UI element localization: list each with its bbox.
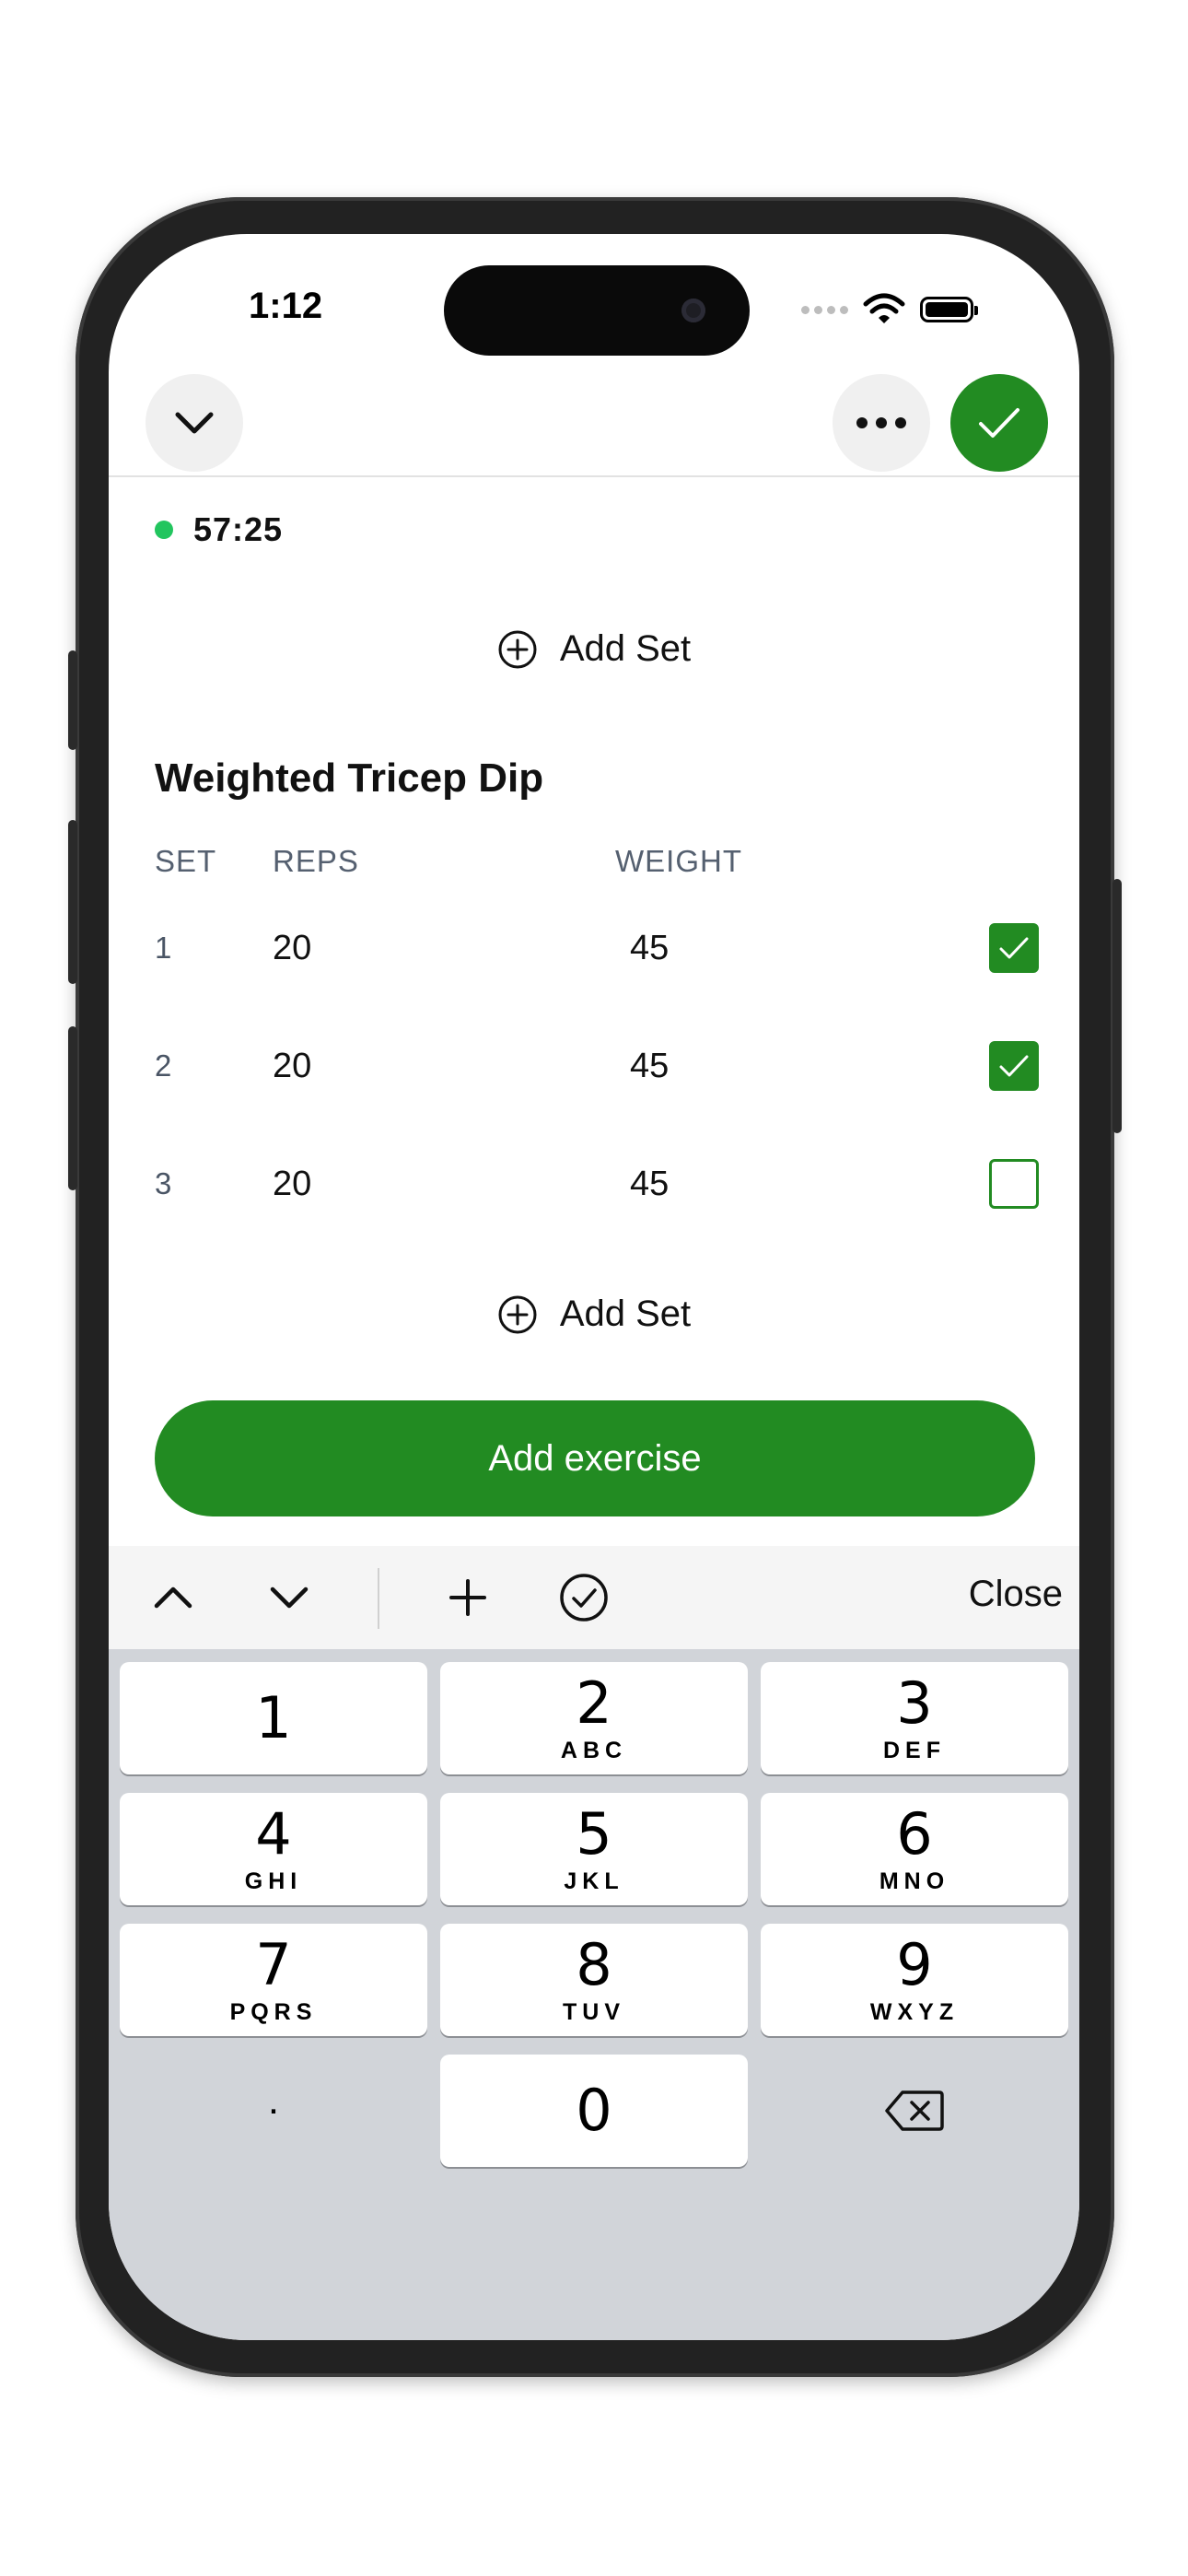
header-divider	[109, 475, 1079, 477]
column-header-reps: REPS	[273, 844, 359, 878]
action-button	[68, 650, 77, 750]
set-number: 1	[155, 931, 172, 965]
wifi-icon	[863, 293, 905, 323]
checkmark-icon	[999, 1055, 1029, 1077]
keyboard-toolbar: Close	[109, 1546, 1079, 1649]
add-exercise-button[interactable]: Add exercise	[155, 1400, 1035, 1516]
finish-workout-button[interactable]	[950, 374, 1048, 472]
checkmark-icon	[999, 937, 1029, 959]
chevron-up-icon	[154, 1587, 192, 1609]
set-row: 2 20 45	[109, 1021, 1079, 1113]
key-decimal[interactable]: .	[120, 2055, 427, 2167]
plus-icon	[449, 1579, 486, 1616]
key-5[interactable]: 5 JKL	[440, 1793, 748, 1905]
checkmark-circle-icon	[560, 1574, 608, 1622]
key-9[interactable]: 9 WXYZ	[761, 1924, 1068, 2036]
toolbar-divider	[378, 1568, 379, 1629]
collapse-button[interactable]	[146, 374, 243, 472]
key-0[interactable]: 0	[440, 2055, 748, 2167]
weight-field[interactable]: 45	[630, 1047, 669, 1086]
add-set-toolbar-button[interactable]	[442, 1572, 494, 1623]
timer-text: 57:25	[193, 510, 284, 548]
set-row: 3 20 45	[109, 1139, 1079, 1231]
add-set-button[interactable]: Add Set	[109, 1294, 1079, 1335]
number-pad: 1 2 ABC 3 DEF 4 GHI 5 JKL 6 MNO 7 PQRS 8…	[109, 1649, 1079, 2340]
phone-screen: 1:12 57:25 Add Set Weighted Tricep Dip S…	[109, 234, 1079, 2340]
status-indicators	[801, 291, 978, 328]
column-header-set: SET	[155, 844, 217, 878]
volume-up-button	[68, 820, 77, 984]
front-camera	[681, 299, 705, 322]
set-complete-checkbox[interactable]	[989, 1041, 1039, 1091]
chevron-down-icon	[270, 1587, 309, 1609]
reps-field[interactable]: 20	[273, 1047, 311, 1086]
volume-down-button	[68, 1026, 77, 1190]
recording-indicator	[155, 521, 173, 539]
checkmark-icon	[979, 408, 1019, 438]
column-header-weight: WEIGHT	[615, 844, 742, 878]
plus-circle-icon	[498, 630, 537, 668]
weight-field[interactable]: 45	[630, 1165, 669, 1204]
plus-circle-icon	[498, 1295, 537, 1333]
set-number: 3	[155, 1166, 172, 1200]
key-6[interactable]: 6 MNO	[761, 1793, 1068, 1905]
key-2[interactable]: 2 ABC	[440, 1662, 748, 1774]
key-3[interactable]: 3 DEF	[761, 1662, 1068, 1774]
exercise-title[interactable]: Weighted Tricep Dip	[155, 755, 543, 802]
workout-timer: 57:25	[155, 510, 283, 549]
add-set-label: Add Set	[559, 628, 692, 669]
set-row: 1 20 45	[109, 903, 1079, 995]
set-number: 2	[155, 1048, 172, 1083]
reps-field[interactable]: 20	[273, 1165, 311, 1204]
key-7[interactable]: 7 PQRS	[120, 1924, 427, 2036]
keyboard-close-button[interactable]: Close	[969, 1574, 1063, 1615]
power-button	[1112, 879, 1122, 1133]
backspace-icon	[885, 2090, 944, 2131]
status-time: 1:12	[249, 286, 323, 326]
key-8[interactable]: 8 TUV	[440, 1924, 748, 2036]
delete-key[interactable]	[761, 2055, 1068, 2167]
complete-set-toolbar-button[interactable]	[558, 1572, 610, 1623]
chevron-down-icon	[175, 412, 214, 434]
key-1[interactable]: 1	[120, 1662, 427, 1774]
cellular-signal-icon	[801, 305, 848, 314]
key-4[interactable]: 4 GHI	[120, 1793, 427, 1905]
previous-field-button[interactable]	[147, 1572, 199, 1623]
weight-field[interactable]: 45	[630, 929, 669, 968]
add-set-label: Add Set	[559, 1294, 692, 1334]
next-field-button[interactable]	[263, 1572, 315, 1623]
reps-field[interactable]: 20	[273, 929, 311, 968]
set-complete-checkbox[interactable]	[989, 1159, 1039, 1209]
battery-icon	[920, 297, 978, 322]
more-options-button[interactable]	[833, 374, 930, 472]
set-complete-checkbox[interactable]	[989, 923, 1039, 973]
add-set-button-previous[interactable]: Add Set	[109, 628, 1079, 670]
ellipsis-icon	[856, 417, 906, 428]
